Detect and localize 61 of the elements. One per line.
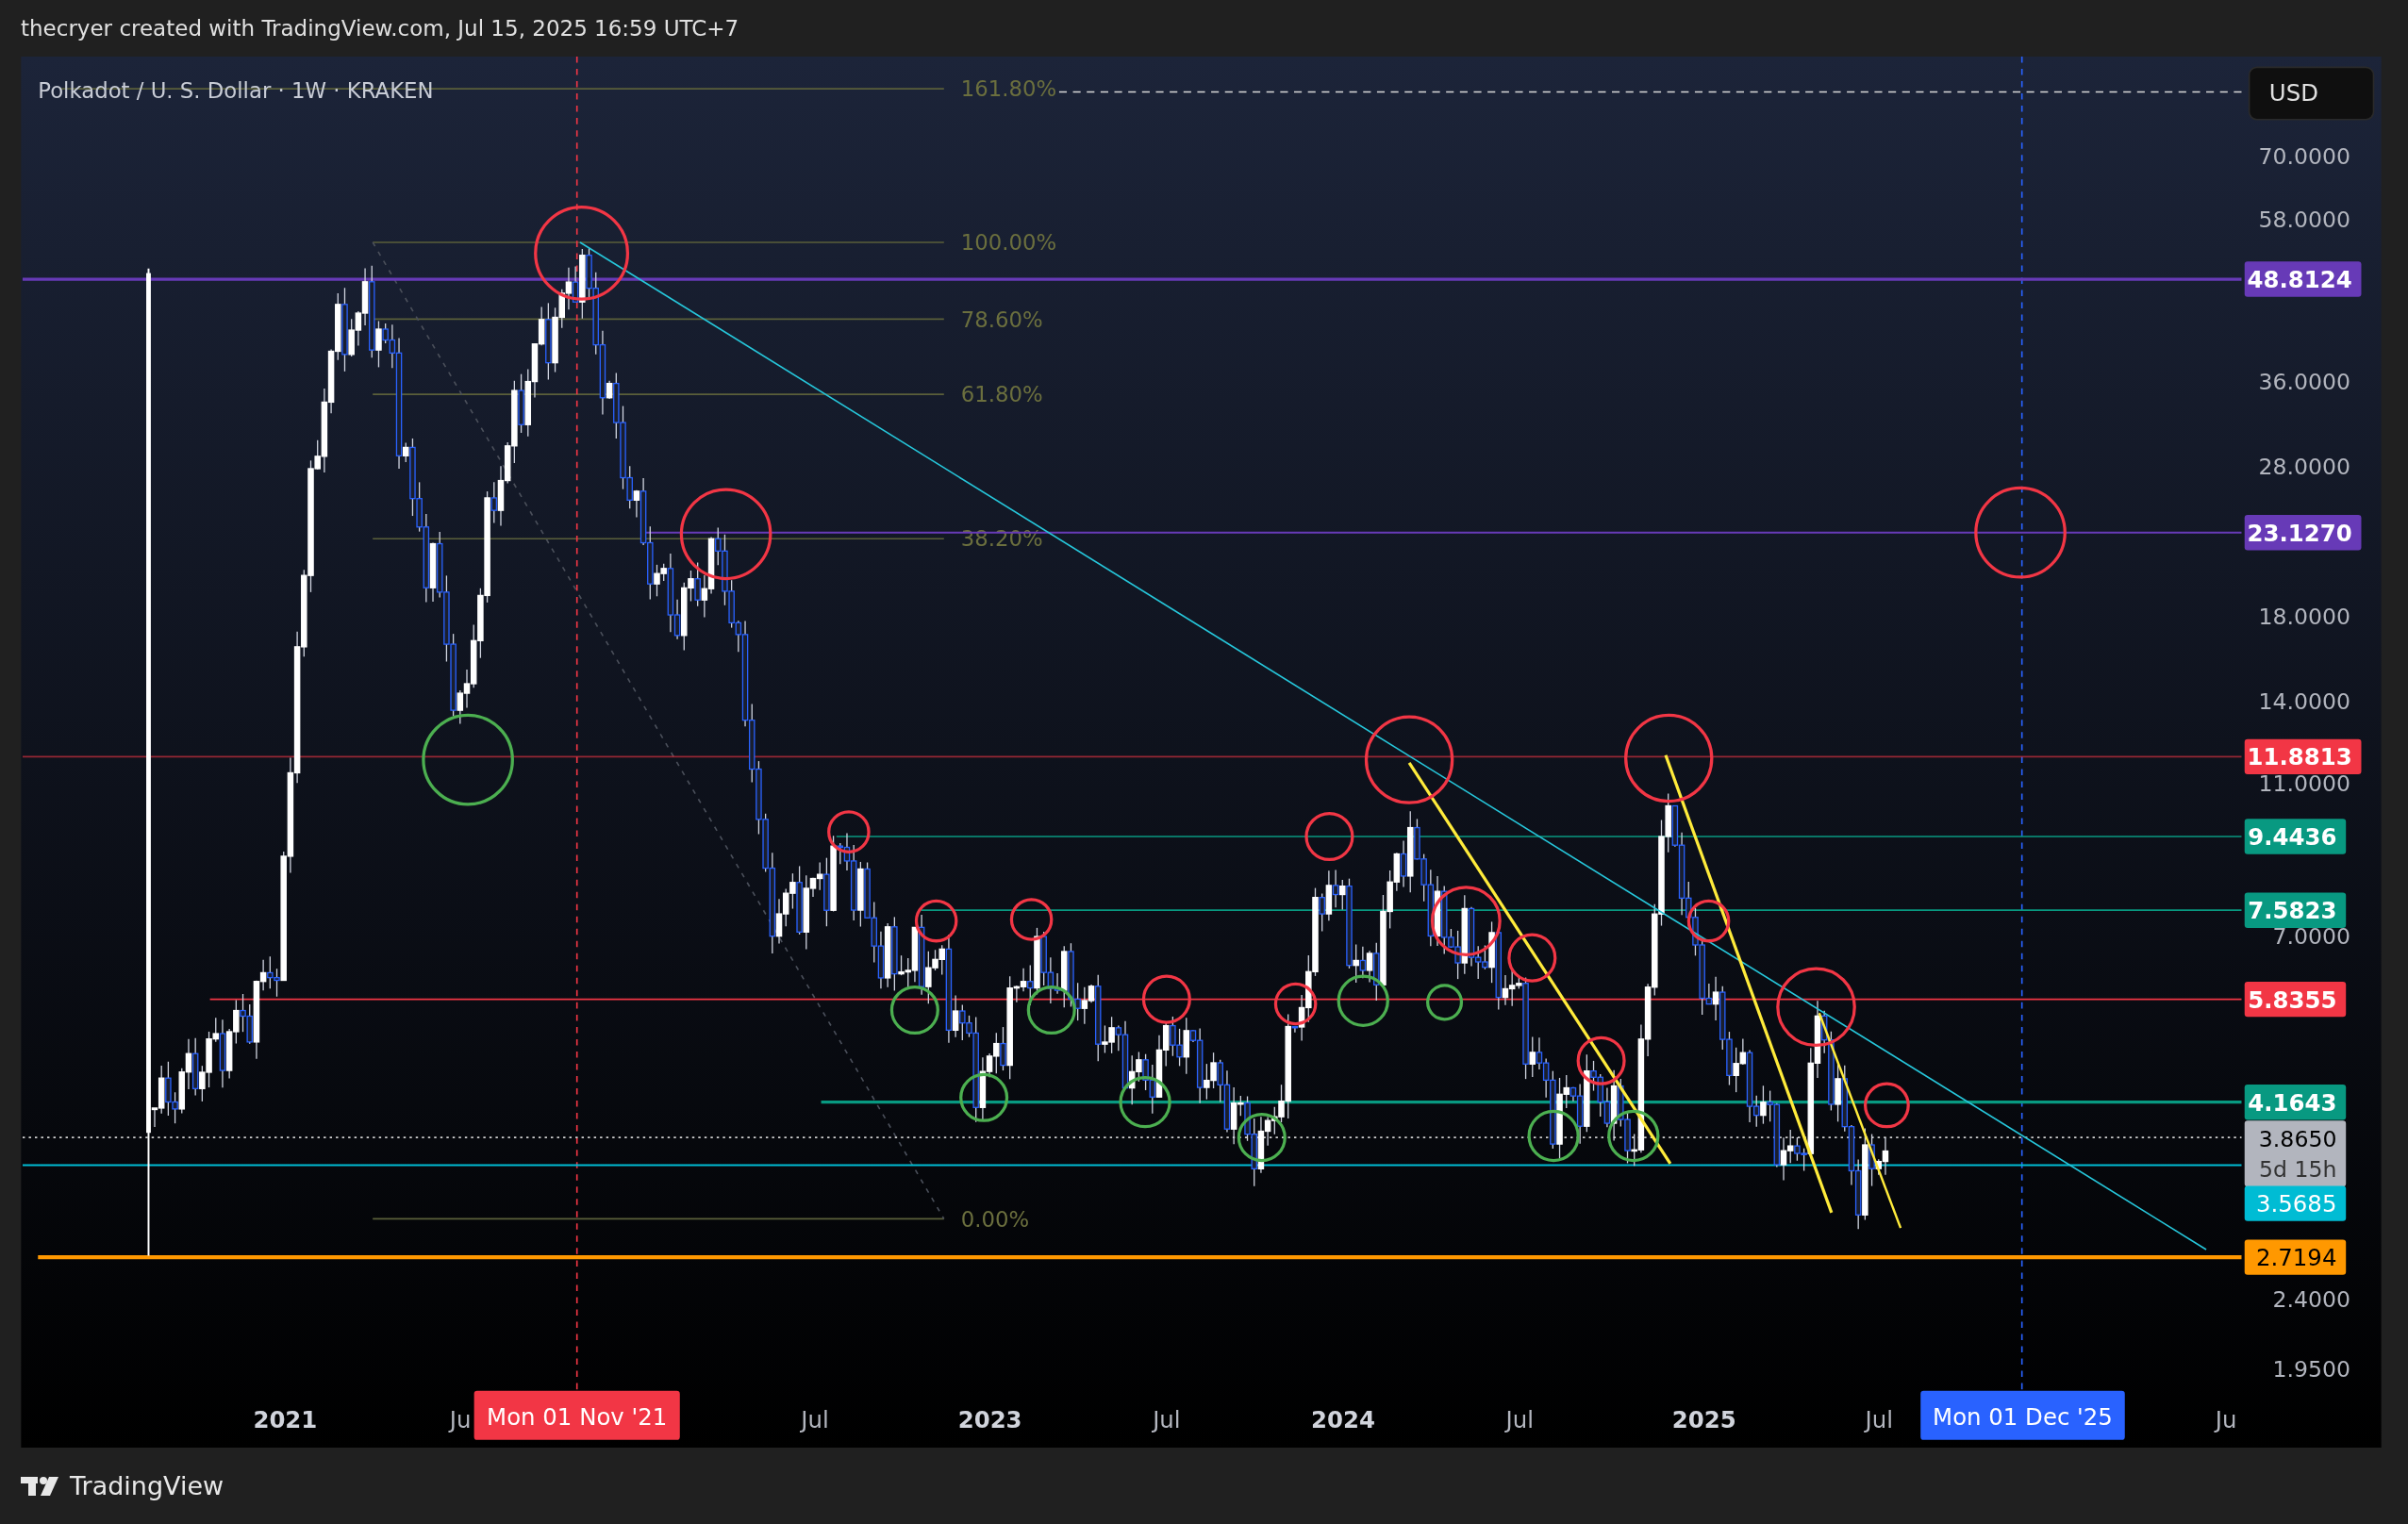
circle-marker: [1686, 899, 1731, 943]
price-label-text: 11.8813: [2247, 743, 2352, 771]
circle-marker: [1141, 974, 1191, 1024]
circle-marker: [1426, 984, 1464, 1021]
circle-marker: [914, 899, 958, 943]
price-label-text: 3.8650: [2258, 1125, 2337, 1152]
time-axis-label: Jul: [1505, 1405, 1535, 1433]
price-axis-label: 1.9500: [2272, 1356, 2351, 1383]
time-axis-label: Ju: [2215, 1405, 2237, 1433]
price-label-text: 3.5685: [2256, 1190, 2337, 1218]
circle-marker: [1527, 1109, 1580, 1163]
circle-marker: [1864, 1082, 1910, 1129]
price-label-text: 7.5823: [2248, 897, 2337, 925]
price-label-text: 48.8124: [2247, 266, 2352, 293]
fib-level-label: 78.60%: [960, 306, 1043, 332]
fib-level-label: 161.80%: [960, 76, 1057, 102]
time-axis-label: 2025: [1671, 1405, 1736, 1433]
circle-marker: [1026, 985, 1076, 1035]
price-axis-label: 28.0000: [2258, 454, 2351, 480]
price-axis-label: 2.4000: [2272, 1285, 2351, 1313]
circle-marker: [1304, 812, 1354, 862]
fib-level-label: 0.00%: [960, 1206, 1030, 1232]
time-axis-label: Jul: [801, 1405, 829, 1433]
time-axis-label: 2023: [957, 1405, 1022, 1433]
price-axis-label: 70.0000: [2258, 142, 2351, 170]
price-axis-label: 11.0000: [2258, 770, 2351, 797]
circle-marker: [889, 985, 939, 1035]
time-marker-text: Mon 01 Nov '21: [487, 1402, 668, 1431]
circle-marker: [1273, 982, 1318, 1026]
circle-marker: [827, 810, 871, 853]
price-label-text: 4.1643: [2248, 1088, 2337, 1117]
circle-marker: [1507, 933, 1557, 983]
logo-text: TradingView: [70, 1471, 224, 1500]
time-axis-label: 2024: [1311, 1405, 1376, 1433]
circle-marker: [1009, 898, 1054, 941]
countdown-text: 5d 15h: [2258, 1156, 2337, 1184]
price-axis-label: 18.0000: [2258, 603, 2351, 630]
price-axis-label: 36.0000: [2258, 368, 2351, 395]
time-marker-text: Mon 01 Dec '25: [1933, 1402, 2113, 1431]
price-label-text: 2.7194: [2256, 1244, 2337, 1272]
fib-level-label: 61.80%: [960, 382, 1043, 407]
time-axis-label: 2021: [253, 1405, 318, 1433]
currency-button[interactable]: USD: [2248, 66, 2375, 121]
circle-marker: [1119, 1076, 1171, 1129]
symbol-legend: Polkadot / U. S. Dollar · 1W · KRAKEN: [38, 77, 434, 103]
circle-marker: [1237, 1113, 1287, 1163]
chart-attribution-text: thecryer created with TradingView.com, Jul 15, 2025 16:59 UTC+7: [21, 16, 739, 41]
time-axis-label: Ju: [449, 1405, 472, 1433]
price-label-text: 23.1270: [2247, 519, 2352, 547]
price-axis-label: 58.0000: [2258, 207, 2351, 234]
circle-marker: [1607, 1109, 1660, 1163]
time-axis-label: Jul: [1865, 1405, 1893, 1433]
circle-marker: [959, 1072, 1009, 1122]
circle-marker: [1576, 1035, 1626, 1085]
time-axis-label: Jul: [1153, 1405, 1181, 1433]
fib-level-label: 100.00%: [960, 230, 1057, 256]
price-label-text: 9.4436: [2248, 823, 2337, 851]
price-axis-label: 7.0000: [2272, 923, 2351, 951]
circle-marker: [1337, 974, 1389, 1027]
price-label-text: 5.8355: [2248, 986, 2337, 1014]
price-axis-label: 14.0000: [2258, 688, 2351, 716]
